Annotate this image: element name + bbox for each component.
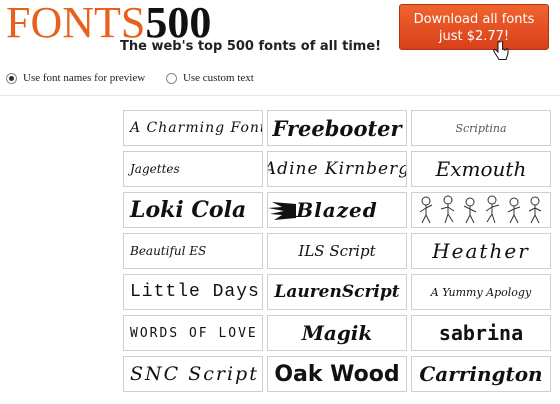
cta-line-2: just $2.77! [438, 29, 510, 44]
divider [0, 95, 560, 96]
font-preview: Loki Cola [130, 197, 247, 223]
font-tile[interactable]: WORDS OF LOVE [123, 315, 263, 351]
font-preview: Beautiful ES [130, 244, 207, 258]
font-preview: Oak Wood [274, 361, 400, 387]
font-preview: Freebooter [272, 115, 402, 141]
font-preview: A Yummy Apology [430, 285, 532, 299]
font-tile[interactable]: Freebooter [267, 110, 407, 146]
font-tile[interactable]: Scriptina [411, 110, 551, 146]
font-tile[interactable]: Blazed [267, 192, 407, 228]
font-tile[interactable]: Little Days [123, 274, 263, 310]
option-custom-text[interactable]: Use custom text [165, 72, 254, 84]
font-tile[interactable]: Adine Kirnberg [267, 151, 407, 187]
cherub-figures-icon [419, 195, 542, 224]
tagline: The web's top 500 fonts of all time! [120, 39, 382, 54]
font-tile[interactable]: Oak Wood [267, 356, 407, 392]
font-tile[interactable]: SNC Script [123, 356, 263, 392]
font-tile[interactable]: Jagettes [123, 151, 263, 187]
font-tile[interactable]: sabrina [411, 315, 551, 351]
cta-line-1: Download all fonts [413, 12, 535, 27]
font-preview: WORDS OF LOVE [130, 325, 258, 341]
radio-font-names[interactable] [6, 72, 17, 84]
font-preview: ILS Script [298, 242, 376, 260]
font-preview: Adine Kirnberg [267, 159, 407, 179]
preview-options: Use font names for preview Use custom te… [6, 72, 272, 87]
radio-custom-text[interactable] [165, 72, 177, 84]
download-all-fonts-button[interactable]: Download all fonts just $2.77! [399, 4, 549, 60]
blazed-preview: Blazed [268, 198, 378, 222]
font-tile[interactable]: Magik [267, 315, 407, 351]
font-preview: sabrina [438, 321, 524, 345]
option-font-names[interactable]: Use font names for preview [6, 72, 145, 84]
font-preview: A Charming Font [130, 120, 263, 136]
font-preview: Carrington [419, 362, 543, 386]
font-tile[interactable] [411, 192, 551, 228]
font-tile[interactable]: Exmouth [411, 151, 551, 187]
font-preview: Little Days [130, 282, 260, 302]
font-preview: Heather [432, 239, 530, 263]
flame-icon [268, 202, 297, 220]
font-preview: SNC Script [130, 363, 259, 385]
font-tile[interactable]: Loki Cola [123, 192, 263, 228]
font-preview: Jagettes [130, 162, 180, 176]
font-preview: Exmouth [435, 157, 527, 181]
font-tile[interactable]: ILS Script [267, 233, 407, 269]
font-tile[interactable]: Carrington [411, 356, 551, 392]
font-tile[interactable]: A Charming Font [123, 110, 263, 146]
font-preview: Scriptina [455, 121, 507, 135]
font-tile[interactable]: Heather [411, 233, 551, 269]
hand-cursor-icon [493, 41, 509, 60]
font-tile[interactable]: A Yummy Apology [411, 274, 551, 310]
font-preview: Blazed [296, 198, 378, 222]
font-tile[interactable]: LaurenScript [267, 274, 407, 310]
font-preview: LaurenScript [274, 282, 400, 302]
option-font-names-label: Use font names for preview [23, 72, 146, 84]
option-custom-text-label: Use custom text [182, 72, 254, 84]
font-grid: A Charming Font Freebooter Scriptina Jag… [123, 110, 551, 392]
font-tile[interactable]: Beautiful ES [123, 233, 263, 269]
font-preview: Magik [301, 321, 373, 345]
